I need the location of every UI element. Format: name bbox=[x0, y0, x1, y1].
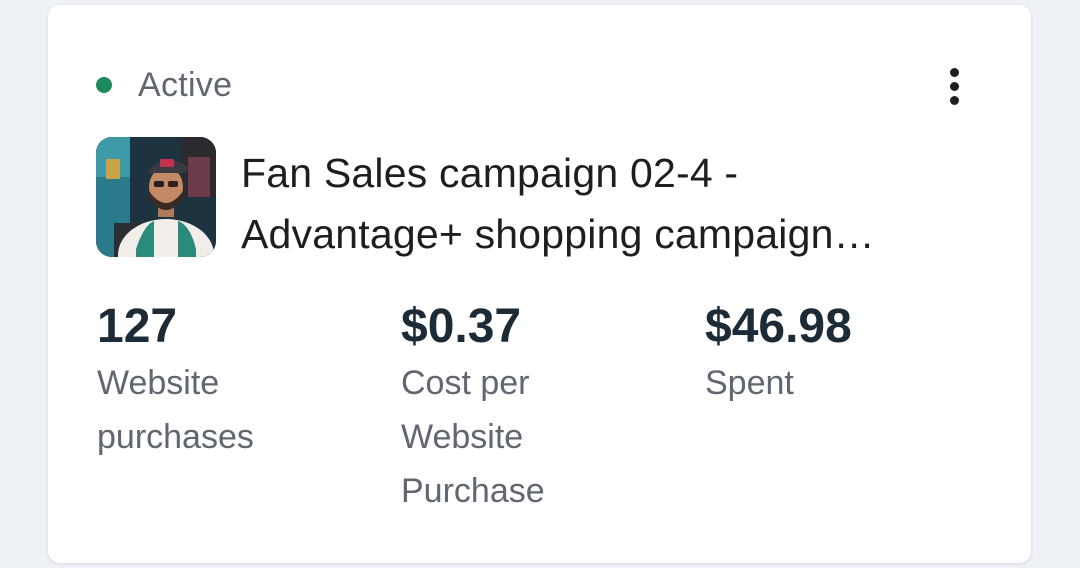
metric-value: $0.37 bbox=[401, 300, 522, 353]
status-dot-icon bbox=[96, 77, 112, 93]
metric-value: 127 bbox=[97, 300, 178, 353]
campaign-thumbnail[interactable] bbox=[96, 137, 216, 257]
metric-label: Website purchases bbox=[97, 364, 254, 456]
metric-value: $46.98 bbox=[705, 300, 852, 353]
more-options-button[interactable] bbox=[938, 61, 970, 111]
metric-website-purchases: 127 Website purchases bbox=[97, 298, 387, 464]
campaign-name-line-1: Fan Sales campaign 02-4 - bbox=[241, 150, 739, 196]
thumbnail-image bbox=[96, 137, 216, 257]
campaign-card[interactable]: Active Fan Sales campaign 02-4 - Advanta… bbox=[48, 5, 1031, 563]
more-vertical-icon bbox=[949, 67, 959, 77]
metric-amount-spent: $46.98 Spent bbox=[705, 298, 995, 410]
campaign-name-line-2: Advantage+ shopping campaign… bbox=[241, 211, 875, 257]
status-indicator: Active bbox=[96, 65, 232, 105]
campaign-name[interactable]: Fan Sales campaign 02-4 - Advantage+ sho… bbox=[241, 143, 1001, 265]
status-label: Active bbox=[138, 65, 233, 104]
metric-label: Cost per Website Purchase bbox=[401, 364, 545, 510]
metric-label: Spent bbox=[705, 364, 794, 402]
metric-cost-per-purchase: $0.37 Cost per Website Purchase bbox=[401, 298, 691, 518]
